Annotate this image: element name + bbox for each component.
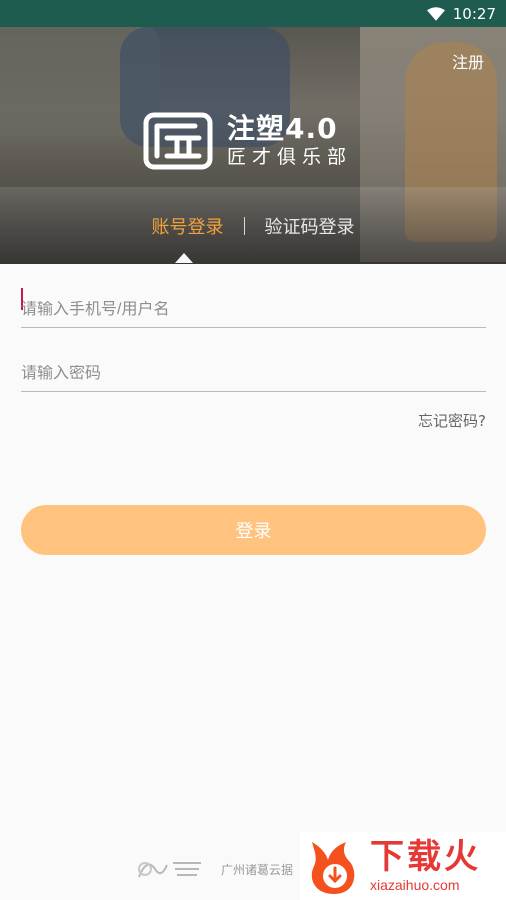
password-input[interactable] [21, 365, 486, 383]
wifi-icon [426, 6, 445, 21]
header-banner: 注册 注塑4.0 匠才俱乐部 账号登录 验证码登录 [0, 27, 506, 264]
tab-indicator [175, 253, 193, 263]
tab-account-login[interactable]: 账号登录 [142, 213, 234, 239]
tab-code-login[interactable]: 验证码登录 [255, 213, 365, 239]
register-link[interactable]: 注册 [452, 49, 484, 73]
watermark: 下载火 xiazaihuo.com [300, 832, 506, 900]
password-field[interactable] [21, 328, 486, 392]
username-field[interactable] [21, 264, 486, 328]
forgot-password-link[interactable]: 忘记密码? [21, 410, 486, 431]
app-logo: 注塑4.0 匠才俱乐部 [143, 111, 373, 171]
status-bar: 10:27 [0, 0, 506, 27]
footer: 广州诸葛云据 [135, 855, 293, 883]
login-tabs: 账号登录 验证码登录 [0, 211, 506, 241]
logo-mark-icon [143, 112, 213, 170]
flame-icon [311, 842, 355, 894]
status-time: 10:27 [452, 4, 496, 23]
login-button[interactable]: 登录 [21, 505, 486, 555]
username-input[interactable] [21, 301, 486, 319]
watermark-domain: xiazaihuo.com [370, 877, 460, 893]
login-form: 忘记密码? [21, 264, 486, 431]
logo-subtitle: 匠才俱乐部 [227, 145, 353, 168]
logo-text: 注塑4.0 匠才俱乐部 [227, 112, 353, 168]
watermark-title: 下载火 [370, 837, 481, 877]
company-name: 广州诸葛云据 [221, 862, 294, 877]
company-logo-icon [138, 862, 201, 878]
tab-divider [243, 217, 245, 235]
watermark-text: 下载火 xiazaihuo.com [370, 840, 481, 892]
logo-title: 注塑4.0 [227, 112, 338, 146]
